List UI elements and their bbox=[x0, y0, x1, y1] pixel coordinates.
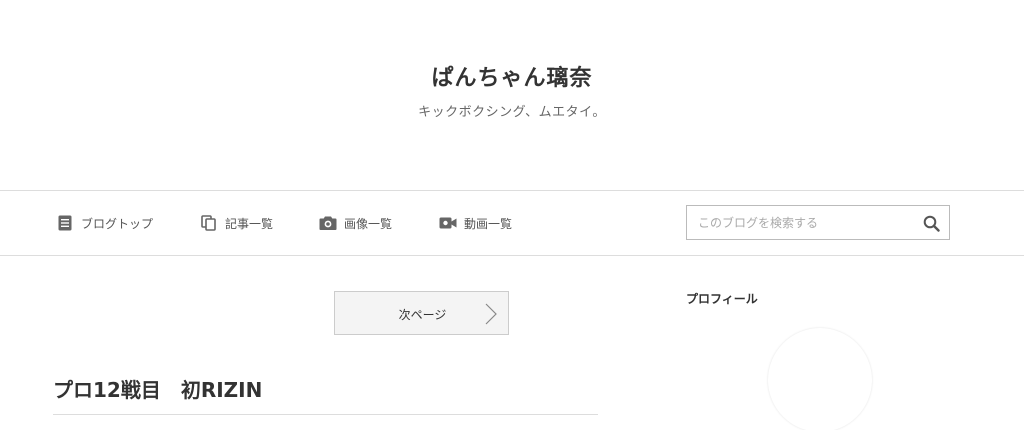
nav-item-label: ブログトップ bbox=[81, 216, 154, 231]
chevron-right-icon bbox=[484, 303, 498, 325]
nav-item-label: 記事一覧 bbox=[225, 216, 274, 231]
nav-item-label: 動画一覧 bbox=[464, 216, 513, 231]
blog-search-input[interactable] bbox=[688, 207, 908, 238]
nav-item-image-list[interactable]: 画像一覧 bbox=[319, 213, 392, 233]
blog-search-form bbox=[686, 205, 950, 240]
nav-item-label: 画像一覧 bbox=[344, 216, 393, 231]
search-icon[interactable] bbox=[921, 213, 941, 233]
document-icon bbox=[56, 214, 74, 232]
blog-description: キックボクシング、ムエタイ。 bbox=[418, 105, 606, 120]
nav-item-article-list[interactable]: 記事一覧 bbox=[200, 213, 273, 233]
profile-heading: プロフィール bbox=[686, 292, 758, 306]
next-page-button[interactable]: 次ページ bbox=[334, 291, 509, 335]
avatar[interactable] bbox=[768, 328, 872, 430]
copy-icon bbox=[200, 214, 218, 232]
site-header: ぱんちゃん璃奈 キックボクシング、ムエタイ。 bbox=[0, 0, 1024, 190]
entry-title[interactable]: プロ12戦目 初RIZIN bbox=[53, 374, 262, 403]
entry-divider bbox=[53, 414, 598, 415]
video-icon bbox=[439, 214, 457, 232]
nav-item-blog-top[interactable]: ブログトップ bbox=[56, 213, 153, 233]
camera-icon bbox=[319, 214, 337, 232]
blog-title[interactable]: ぱんちゃん璃奈 bbox=[0, 60, 1024, 92]
nav-item-video-list[interactable]: 動画一覧 bbox=[439, 213, 512, 233]
global-nav: ブログトップ 記事一覧 画像一覧 動画一覧 bbox=[0, 190, 1024, 256]
